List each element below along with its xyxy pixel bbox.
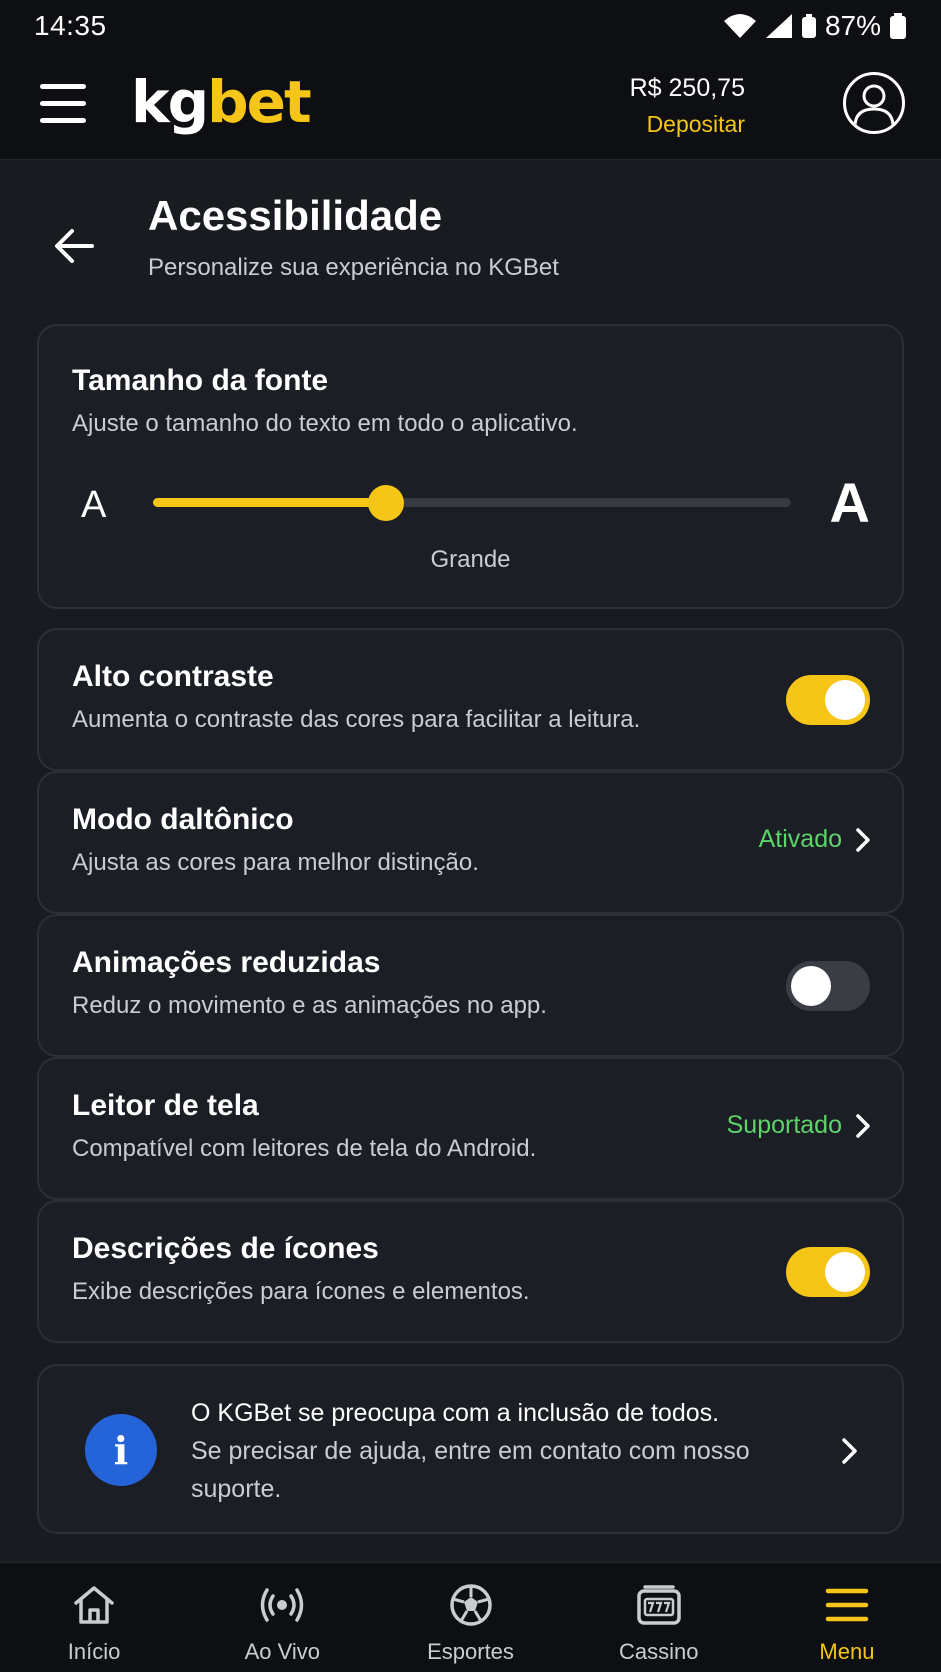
- slider-fill: [153, 498, 386, 507]
- nav-item-ao-vivo[interactable]: Ao Vivo: [188, 1563, 376, 1672]
- screen-reader-status-link[interactable]: Suportado: [727, 1111, 872, 1140]
- wifi-icon: [723, 14, 756, 38]
- slider-thumb[interactable]: [367, 485, 404, 521]
- home-icon: [74, 1586, 114, 1624]
- support-info-card[interactable]: i O KGBet se preocupa com a inclusão de …: [37, 1364, 904, 1534]
- font-size-value: Grande: [430, 546, 511, 573]
- bottom-nav: Início Ao Vivo Esportes Cassino Menu: [0, 1562, 941, 1672]
- support-chevron-button[interactable]: [834, 1436, 864, 1466]
- deposit-link[interactable]: Depositar: [630, 111, 745, 138]
- nav-label: Cassino: [618, 1639, 699, 1664]
- font-size-description: Ajuste o tamanho do texto em todo o apli…: [72, 410, 578, 437]
- logo-bet: bet: [207, 68, 312, 136]
- font-size-card: Tamanho da fonte Ajuste o tamanho do tex…: [37, 324, 904, 609]
- chevron-right-icon: [842, 1438, 857, 1464]
- status-time: 14:35: [34, 10, 107, 41]
- info-line-2: Se precisar de ajuda, entre em contato c…: [191, 1437, 750, 1503]
- info-text: O KGBet se preocupa com a inclusão de to…: [191, 1394, 771, 1508]
- info-icon: i: [85, 1414, 157, 1486]
- info-line-1: O KGBet se preocupa com a inclusão de to…: [191, 1399, 720, 1427]
- small-font-label: A: [81, 484, 107, 526]
- setting-title: Modo daltônico: [72, 803, 294, 836]
- soccer-ball-icon: [449, 1584, 492, 1626]
- setting-title: Descrições de ícones: [72, 1232, 379, 1265]
- nav-label: Menu: [819, 1639, 875, 1664]
- nav-item-cassino[interactable]: Cassino: [565, 1563, 753, 1672]
- setting-title: Alto contraste: [72, 660, 274, 693]
- user-icon: [853, 84, 895, 126]
- back-button[interactable]: [50, 222, 98, 270]
- setting-screen-reader[interactable]: Leitor de tela Compatível com leitores d…: [37, 1057, 904, 1200]
- setting-title: Leitor de tela: [72, 1089, 259, 1122]
- nav-label: Início: [67, 1639, 121, 1664]
- setting-icon-descriptions: Descrições de ícones Exibe descrições pa…: [37, 1200, 904, 1343]
- nav-item-inicio[interactable]: Início: [0, 1563, 188, 1672]
- toggle-knob: [825, 1252, 865, 1292]
- nav-item-menu[interactable]: Menu: [753, 1563, 941, 1672]
- setting-description: Ajusta as cores para melhor distinção.: [72, 849, 479, 876]
- hamburger-menu-button[interactable]: [40, 84, 86, 124]
- setting-title: Animações reduzidas: [72, 946, 381, 979]
- page-subtitle: Personalize sua experiência no KGBet: [148, 254, 559, 281]
- colorblind-status: Ativado: [758, 825, 842, 853]
- profile-avatar-button[interactable]: [843, 72, 905, 134]
- arrow-left-icon: [55, 229, 94, 263]
- battery-percent: 87%: [824, 10, 881, 41]
- live-broadcast-icon: [261, 1588, 304, 1622]
- toggle-knob: [791, 966, 831, 1006]
- setting-description: Exibe descrições para ícones e elementos…: [72, 1278, 530, 1305]
- slot-machine-icon: [636, 1585, 681, 1625]
- font-size-title: Tamanho da fonte: [72, 364, 329, 397]
- signal-icon: [765, 14, 792, 38]
- screen-reader-status: Suportado: [726, 1111, 842, 1139]
- font-size-slider[interactable]: [153, 485, 791, 521]
- kgbet-logo[interactable]: kgbet: [131, 68, 312, 136]
- toggle-knob: [825, 680, 865, 720]
- nav-label: Ao Vivo: [244, 1639, 321, 1664]
- chevron-right-icon: [856, 1113, 870, 1138]
- battery-full-icon: [890, 13, 906, 39]
- logo-kg: kg: [131, 68, 209, 136]
- reduced-animations-toggle[interactable]: [786, 961, 870, 1011]
- high-contrast-toggle[interactable]: [786, 675, 870, 725]
- app-header: kgbet R$ 250,75 Depositar: [0, 52, 941, 160]
- large-font-label: A: [829, 471, 870, 534]
- icon-descriptions-toggle[interactable]: [786, 1247, 870, 1297]
- colorblind-status-link[interactable]: Ativado: [759, 825, 872, 854]
- chevron-right-icon: [856, 827, 870, 852]
- status-icons: 87%: [723, 10, 907, 42]
- balance-block: R$ 250,75 Depositar: [630, 74, 745, 138]
- setting-high-contrast: Alto contraste Aumenta o contraste das c…: [37, 628, 904, 771]
- nav-label: Esportes: [427, 1639, 514, 1664]
- setting-description: Compatível com leitores de tela do Andro…: [72, 1135, 537, 1162]
- battery-icon: [801, 14, 816, 38]
- nav-item-esportes[interactable]: Esportes: [376, 1563, 564, 1672]
- setting-description: Aumenta o contraste das cores para facil…: [72, 706, 641, 733]
- setting-description: Reduz o movimento e as animações no app.: [72, 992, 547, 1019]
- balance-amount: R$ 250,75: [629, 74, 745, 102]
- page-title: Acessibilidade: [148, 192, 443, 239]
- setting-reduced-animations: Animações reduzidas Reduz o movimento e …: [37, 914, 904, 1057]
- menu-icon: [825, 1588, 869, 1622]
- status-bar: 14:35 87%: [0, 0, 941, 52]
- setting-colorblind-mode[interactable]: Modo daltônico Ajusta as cores para melh…: [37, 771, 904, 914]
